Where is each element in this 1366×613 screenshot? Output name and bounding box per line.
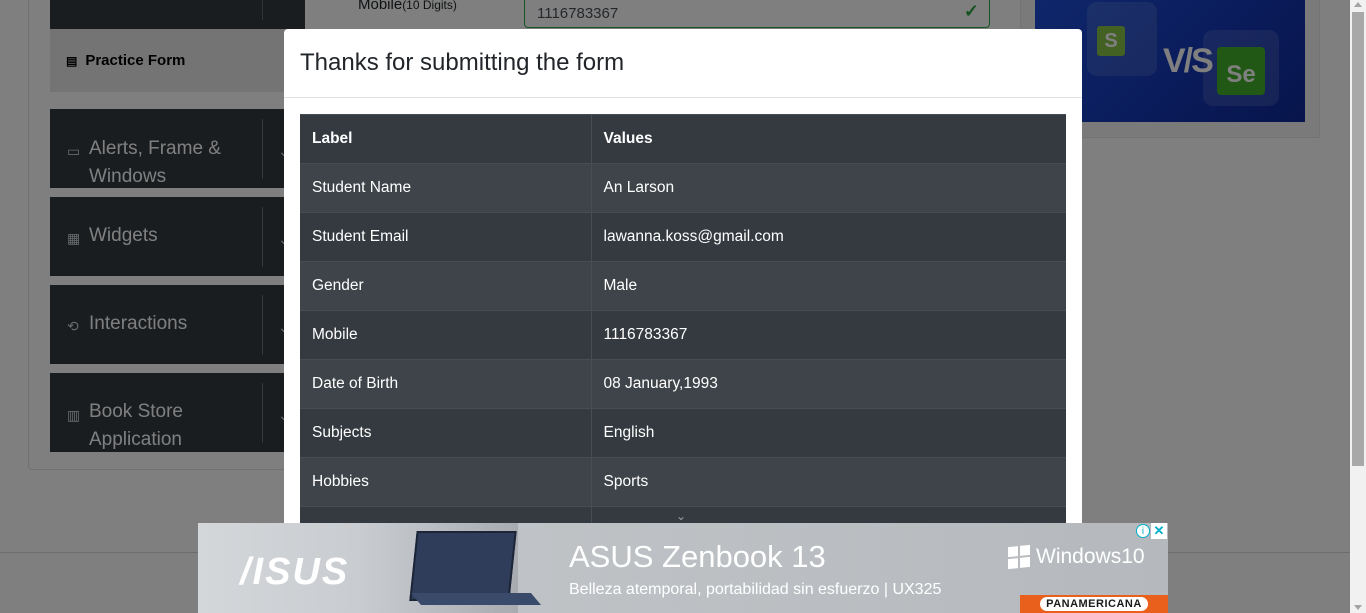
row-value: lawanna.koss@gmail.com <box>591 212 1066 262</box>
column-header-label: Label <box>300 114 592 164</box>
table-row: Mobile 1116783367 <box>300 310 1066 360</box>
row-label: Student Email <box>300 212 592 262</box>
row-value: 08 January,1993 <box>591 359 1066 409</box>
table-row: Subjects English <box>300 408 1066 458</box>
table-row: Hobbies Sports <box>300 457 1066 507</box>
ad-title: ASUS Zenbook 13 <box>569 539 826 574</box>
scroll-up-arrow-icon[interactable] <box>1354 2 1362 7</box>
laptop-image <box>409 531 517 601</box>
close-icon[interactable]: ✕ <box>1151 523 1167 539</box>
table-row: Gender Male <box>300 261 1066 311</box>
row-label: Student Name <box>300 163 592 213</box>
modal-body: Label Values Student Name An Larson Stud… <box>300 114 1066 527</box>
info-icon[interactable]: i <box>1136 524 1150 538</box>
windows-logo: Windows10 <box>1008 544 1145 570</box>
asus-ad-banner[interactable]: /ISUS ASUS Zenbook 13 Belleza atemporal,… <box>198 523 1168 613</box>
row-label: Hobbies <box>300 457 592 507</box>
ad-subtitle: Belleza atemporal, portabilidad sin esfu… <box>569 581 942 598</box>
chevron-down-icon: ⌄ <box>676 509 687 523</box>
row-label: Date of Birth <box>300 359 592 409</box>
asus-logo: /ISUS <box>240 551 350 593</box>
row-label: Mobile <box>300 310 592 360</box>
scroll-down-arrow-icon[interactable] <box>1354 605 1362 610</box>
laptop-base-image <box>410 593 542 605</box>
row-value: An Larson <box>591 163 1066 213</box>
page-scrollbar[interactable] <box>1350 0 1366 613</box>
row-value: Sports <box>591 457 1066 507</box>
row-label: Gender <box>300 261 592 311</box>
row-value: English <box>591 408 1066 458</box>
retailer-label: PANAMERICANA <box>1040 597 1148 611</box>
row-value: Male <box>591 261 1066 311</box>
modal-title: Thanks for submitting the form <box>300 49 625 76</box>
windows-icon <box>1008 544 1030 570</box>
scrollbar-thumb[interactable] <box>1352 12 1364 466</box>
results-table: Label Values Student Name An Larson Stud… <box>300 114 1066 527</box>
windows-label: Windows10 <box>1036 545 1145 568</box>
table-row: Date of Birth 08 January,1993 <box>300 359 1066 409</box>
modal-header: Thanks for submitting the form <box>284 29 1082 98</box>
row-label: Subjects <box>300 408 592 458</box>
table-row: Student Name An Larson <box>300 163 1066 213</box>
table-row: Student Email lawanna.koss@gmail.com <box>300 212 1066 262</box>
row-value: 1116783367 <box>591 310 1066 360</box>
submission-modal: Thanks for submitting the form Label Val… <box>284 29 1082 529</box>
retailer-logo: PANAMERICANA <box>1020 595 1168 613</box>
column-header-values: Values <box>591 114 1066 164</box>
